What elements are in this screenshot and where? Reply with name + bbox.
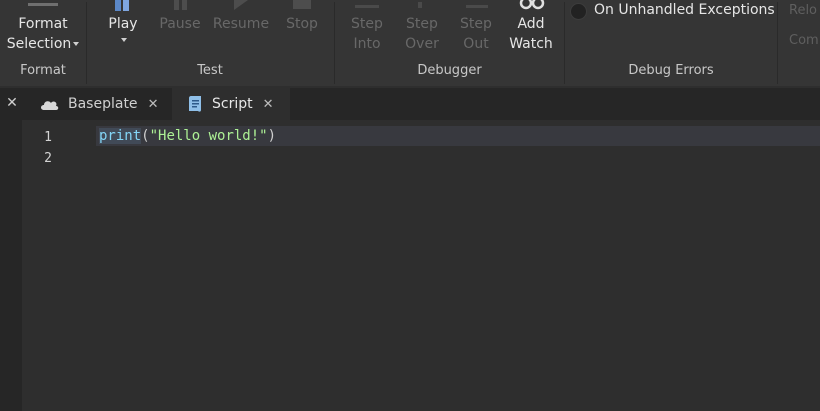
- step-into-label-1: Step: [351, 16, 383, 32]
- add-watch-label-2: Watch: [509, 36, 553, 52]
- stop-button[interactable]: Stop: [280, 0, 324, 34]
- line-number-gutter: 1 2: [22, 120, 96, 411]
- format-group-label: Format: [20, 63, 66, 78]
- on-unhandled-exceptions-radio[interactable]: [570, 3, 587, 20]
- chevron-down-icon: [121, 38, 127, 42]
- ribbon-toolbar: Format Selection Format Play Pause Resum…: [0, 0, 820, 86]
- test-group-label: Test: [197, 63, 223, 78]
- on-unhandled-exceptions-label[interactable]: On Unhandled Exceptions: [594, 2, 775, 18]
- ribbon-divider: [777, 2, 778, 84]
- tab-baseplate-label: Baseplate: [68, 96, 138, 112]
- code-token-paren: (: [141, 128, 150, 144]
- resume-icon: [234, 0, 248, 10]
- stop-label: Stop: [286, 16, 318, 32]
- test-group: Play Pause Resume Stop Test: [87, 0, 333, 86]
- glasses-icon: [519, 0, 545, 10]
- step-over-label-2: Over: [405, 36, 439, 52]
- close-icon[interactable]: ✕: [0, 88, 24, 120]
- code-line[interactable]: print("Hello world!"): [99, 127, 276, 145]
- resume-label: Resume: [212, 16, 270, 32]
- format-selection-label-2-text: Selection: [6, 36, 72, 52]
- step-out-icon: [466, 5, 488, 8]
- close-icon[interactable]: ✕: [148, 97, 159, 112]
- add-watch-label-1: Add: [517, 16, 545, 32]
- step-over-label-1: Step: [406, 16, 438, 32]
- format-selection-label-2: Selection: [4, 34, 82, 54]
- step-over-icon: [418, 2, 422, 8]
- tab-script[interactable]: Script ✕: [172, 88, 290, 120]
- resume-button[interactable]: Resume: [212, 0, 270, 34]
- step-over-button[interactable]: Step Over: [402, 0, 442, 54]
- script-editor[interactable]: 1 2 print("Hello world!"): [22, 120, 820, 411]
- step-out-button[interactable]: Step Out: [456, 0, 496, 54]
- play-button[interactable]: Play: [103, 0, 143, 46]
- side-panel-edge: [0, 120, 22, 411]
- format-selection-button[interactable]: Format Selection: [4, 0, 82, 54]
- pause-button[interactable]: Pause: [158, 0, 202, 34]
- stop-icon: [293, 0, 311, 9]
- debug-errors-group-label: Debug Errors: [628, 63, 714, 78]
- line-number: 2: [44, 151, 52, 166]
- code-token-function: print: [99, 128, 142, 144]
- step-into-icon: [355, 5, 379, 8]
- line-number: 1: [44, 130, 52, 145]
- play-icon: [115, 0, 129, 11]
- script-icon: [189, 96, 201, 112]
- step-into-label-2: Into: [353, 36, 381, 52]
- code-token-string: "Hello world!": [149, 128, 268, 144]
- cloud-icon: [41, 101, 59, 110]
- studio-window: Format Selection Format Play Pause Resum…: [0, 0, 820, 411]
- add-watch-button[interactable]: Add Watch: [508, 0, 554, 54]
- chevron-down-icon: [73, 42, 80, 46]
- compile-button-partial[interactable]: Com: [789, 33, 819, 48]
- play-label: Play: [108, 16, 138, 32]
- document-tab-strip: ✕ Baseplate ✕ Script ✕: [0, 88, 820, 120]
- pause-label: Pause: [159, 16, 201, 32]
- format-selection-label-1: Format: [18, 16, 68, 32]
- reload-button-partial[interactable]: Relo: [789, 3, 817, 18]
- step-out-label-1: Step: [460, 16, 492, 32]
- step-into-button[interactable]: Step Into: [347, 0, 387, 54]
- pause-icon: [174, 0, 187, 10]
- debugger-group-label: Debugger: [417, 63, 482, 78]
- format-group: Format Selection Format: [0, 0, 86, 86]
- step-out-label-2: Out: [463, 36, 489, 52]
- tab-baseplate[interactable]: Baseplate ✕: [34, 88, 168, 120]
- code-token-paren: ): [267, 128, 277, 144]
- debugger-group: Step Into Step Over Step Out Add Watch D…: [335, 0, 564, 86]
- tab-script-label: Script: [212, 96, 253, 112]
- close-icon[interactable]: ✕: [263, 97, 274, 112]
- play-dropdown[interactable]: [103, 34, 143, 46]
- format-selection-icon: [28, 3, 58, 6]
